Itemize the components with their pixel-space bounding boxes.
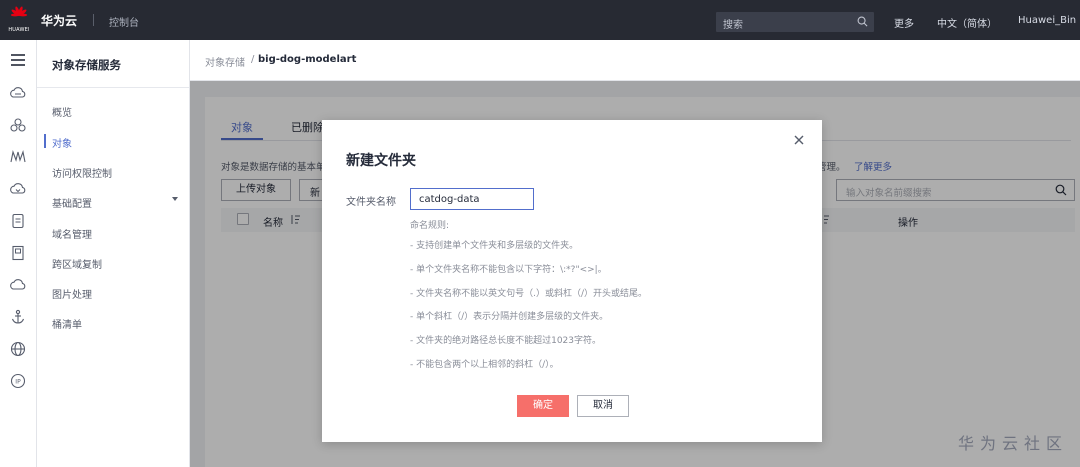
sidebar-item-basic-config[interactable]: 基础配置 [52,195,92,210]
huawei-logo-icon [10,6,28,17]
search-placeholder: 搜索 [723,20,743,31]
global-search[interactable]: 搜索 [716,12,874,32]
document-icon[interactable] [9,212,27,230]
naming-rule: - 支持创建单个文件夹和多层级的文件夹。 [410,241,579,251]
sidebar-item-image-processing[interactable]: 图片处理 [52,286,92,301]
watermark: 华为云社区 [958,434,1069,453]
globe-icon[interactable] [9,340,27,358]
sidebar-item-cross-region-replication[interactable]: 跨区域复制 [52,256,102,271]
analytics-icon[interactable] [9,148,27,166]
close-icon[interactable] [792,133,806,147]
anchor-icon[interactable] [9,308,27,326]
dialog-title: 新建文件夹 [346,153,416,169]
logo-text: HUAWEI [8,27,30,33]
cloud-icon[interactable] [9,84,27,102]
sidebar-item-access-control[interactable]: 访问权限控制 [52,165,112,180]
sidebar-item-bucket-inventory[interactable]: 桶清单 [52,316,82,331]
folder-name-input[interactable] [410,188,534,210]
divider [37,87,189,88]
storage-icon[interactable] [9,116,27,134]
naming-rule: - 文件夹名称不能以英文句号（.）或斜杠（/）开头或结尾。 [410,289,648,299]
brand-name[interactable]: 华为云 [41,12,77,29]
icon-rail: IP [0,40,37,467]
more-menu[interactable]: 更多 [894,15,914,30]
folder-name-label: 文件夹名称 [346,197,396,208]
book-icon[interactable] [9,244,27,262]
chevron-down-icon[interactable] [172,197,178,201]
naming-rule: - 不能包含两个以上相邻的斜杠（/）。 [410,360,559,370]
confirm-button[interactable]: 确定 [517,395,569,417]
breadcrumb-separator: / [251,54,255,65]
divider [93,14,94,26]
language-selector[interactable]: 中文（简体） [937,15,997,30]
top-bar: HUAWEI 华为云 控制台 搜索 更多 中文（简体） Huawei_Bin [0,0,1080,40]
breadcrumb-current: big-dog-modelart [258,54,357,65]
active-indicator [44,134,46,148]
service-sidebar: 对象存储服务 概览 对象 访问权限控制 基础配置 域名管理 跨区域复制 图片处理… [37,40,190,467]
cancel-button[interactable]: 取消 [577,395,629,417]
naming-rule: - 文件夹的绝对路径总长度不能超过1023字符。 [410,336,602,346]
breadcrumb-root[interactable]: 对象存储 [205,54,245,69]
svg-text:IP: IP [15,378,21,385]
menu-icon[interactable] [9,51,27,69]
cloud-download-icon[interactable] [9,180,27,198]
user-menu[interactable]: Huawei_Bin [1018,15,1076,26]
sidebar-item-domain-management[interactable]: 域名管理 [52,226,92,241]
console-link[interactable]: 控制台 [109,14,139,29]
search-icon[interactable] [857,16,868,27]
breadcrumb: 对象存储 / big-dog-modelart [190,40,1080,81]
ip-icon[interactable]: IP [9,372,27,390]
sidebar-item-overview[interactable]: 概览 [52,104,72,119]
naming-rule: - 单个斜杠（/）表示分隔并创建多层级的文件夹。 [410,312,609,322]
sidebar-title: 对象存储服务 [52,58,121,72]
huawei-logo[interactable]: HUAWEI [6,5,32,35]
naming-rules-title: 命名规则: [410,221,450,231]
naming-rule: - 单个文件夹名称不能包含以下字符：\:*?"<>|。 [410,265,607,275]
sidebar-item-objects[interactable]: 对象 [52,135,72,150]
cloud-outline-icon[interactable] [9,276,27,294]
new-folder-dialog: 新建文件夹 文件夹名称 命名规则: - 支持创建单个文件夹和多层级的文件夹。 -… [322,120,822,442]
